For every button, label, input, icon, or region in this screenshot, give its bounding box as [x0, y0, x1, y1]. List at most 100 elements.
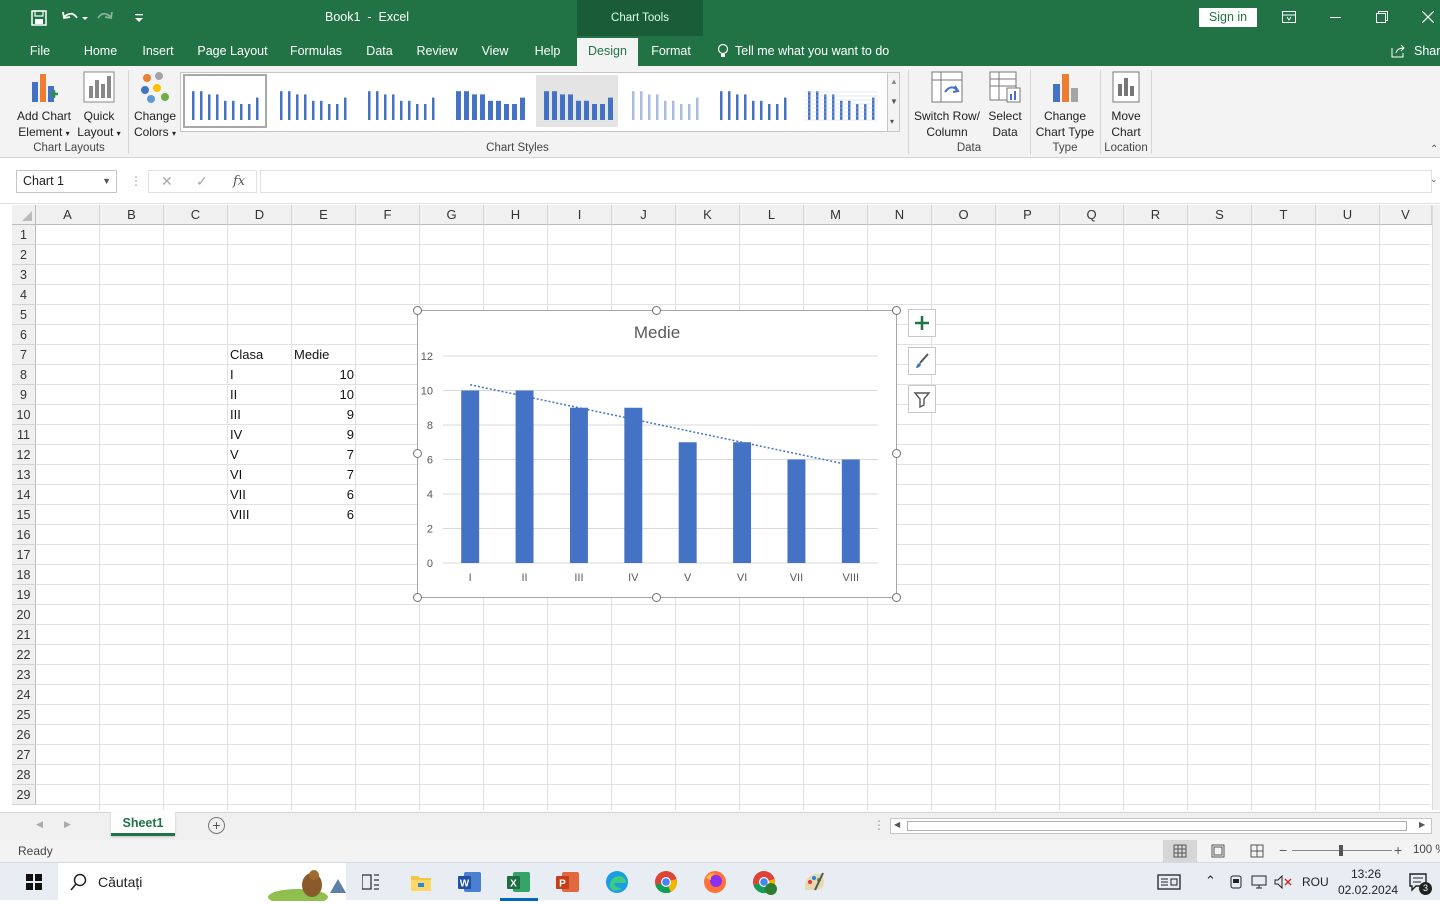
change-chart-type-button[interactable]: Change Chart Type — [1034, 70, 1096, 140]
zoom-slider-thumb[interactable] — [1339, 845, 1343, 856]
quick-layout-button[interactable]: Quick Layout ▾ — [74, 70, 124, 142]
task-view-icon[interactable] — [361, 874, 380, 893]
chart-bar[interactable] — [515, 390, 534, 564]
new-sheet-icon[interactable]: + — [208, 817, 225, 834]
change-colors-button[interactable]: Change Colors ▾ — [130, 70, 180, 142]
tab-file[interactable]: File — [24, 36, 56, 66]
chart-bar[interactable] — [787, 459, 806, 564]
tab-format[interactable]: Format — [645, 36, 697, 66]
minimize-icon[interactable] — [1330, 17, 1341, 18]
volume-muted-icon[interactable] — [1274, 874, 1292, 892]
scroll-sheets-right-icon[interactable]: ▶ — [64, 819, 71, 830]
resize-handle-tl[interactable] — [413, 306, 422, 315]
page-layout-view-icon[interactable] — [1211, 844, 1225, 861]
name-box[interactable]: Chart 1 ▼ — [16, 170, 117, 193]
horizontal-scrollbar[interactable]: ◀ ▶ — [890, 818, 1432, 834]
gallery-up-icon[interactable]: ▲ — [890, 77, 898, 86]
formula-input[interactable] — [260, 170, 1432, 193]
chart-bar[interactable] — [461, 390, 480, 564]
onedrive-icon[interactable] — [1229, 875, 1243, 892]
powerpoint-icon[interactable]: P — [556, 871, 580, 896]
header-cell-clasa[interactable]: Clasa — [228, 345, 292, 365]
tab-home[interactable]: Home — [78, 36, 123, 66]
move-chart-button[interactable]: Move Chart — [1104, 70, 1148, 140]
tab-insert[interactable]: Insert — [138, 36, 178, 66]
table-cell-clasa[interactable]: II — [228, 385, 292, 405]
table-cell-medie[interactable]: 10 — [292, 365, 356, 385]
chart-style-option[interactable] — [183, 74, 267, 128]
resize-handle-bm[interactable] — [652, 593, 661, 602]
zoom-out-icon[interactable]: − — [1279, 842, 1287, 858]
table-cell-medie[interactable]: 10 — [292, 385, 356, 405]
switch-row-column-button[interactable]: Switch Row/ Column — [912, 70, 982, 140]
header-cell-medie[interactable]: Medie — [292, 345, 356, 365]
tab-data[interactable]: Data — [363, 36, 396, 66]
table-cell-clasa[interactable]: VIII — [228, 505, 292, 525]
windows-start-icon[interactable] — [26, 874, 42, 893]
resize-handle-tm[interactable] — [652, 306, 661, 315]
table-cell-clasa[interactable]: V — [228, 445, 292, 465]
insert-function-button[interactable]: fx — [233, 174, 245, 189]
chart-style-option[interactable] — [360, 75, 442, 127]
show-hidden-icons[interactable]: ⌃ — [1205, 873, 1216, 889]
zoom-in-icon[interactable]: + — [1394, 842, 1402, 858]
tab-review[interactable]: Review — [413, 36, 461, 66]
close-icon[interactable] — [1421, 10, 1435, 26]
language-indicator[interactable]: ROU — [1302, 875, 1329, 889]
chart-style-option[interactable] — [536, 75, 618, 127]
table-cell-clasa[interactable]: IV — [228, 425, 292, 445]
tab-formulas[interactable]: Formulas — [287, 36, 345, 66]
excel-icon[interactable]: X — [507, 871, 531, 896]
chart-style-option[interactable] — [624, 75, 706, 127]
table-cell-medie[interactable]: 6 — [292, 485, 356, 505]
name-box-dropdown-icon[interactable]: ▼ — [102, 171, 111, 192]
ribbon-display-options-icon[interactable] — [1282, 11, 1296, 26]
chart-title[interactable]: Medie — [634, 323, 680, 342]
scroll-thumb[interactable] — [907, 821, 1407, 831]
table-cell-clasa[interactable]: III — [228, 405, 292, 425]
page-break-view-icon[interactable] — [1250, 844, 1264, 861]
edge-icon[interactable] — [605, 870, 629, 897]
scroll-right-icon[interactable]: ▶ — [1419, 820, 1425, 829]
sign-in-button[interactable]: Sign in — [1199, 8, 1257, 27]
tab-design[interactable]: Design — [577, 38, 638, 66]
expand-formula-icon[interactable]: ⌄ — [1430, 174, 1438, 185]
vertical-scrollbar[interactable] — [1432, 205, 1440, 810]
resize-handle-br[interactable] — [892, 593, 901, 602]
table-cell-medie[interactable]: 7 — [292, 465, 356, 485]
table-cell-medie[interactable]: 6 — [292, 505, 356, 525]
word-icon[interactable]: W — [458, 871, 482, 896]
resize-handle-mr[interactable] — [892, 449, 901, 458]
save-icon[interactable] — [30, 9, 48, 27]
customize-qat-icon[interactable] — [134, 12, 144, 24]
chart-bar[interactable] — [624, 407, 643, 563]
resize-handle-ml[interactable] — [413, 449, 422, 458]
share-icon[interactable] — [1391, 44, 1407, 61]
network-icon[interactable] — [1251, 875, 1267, 892]
resize-handle-bl[interactable] — [413, 593, 422, 602]
news-widget-icon[interactable] — [1157, 874, 1181, 893]
table-cell-clasa[interactable]: VI — [228, 465, 292, 485]
chart-bar[interactable] — [733, 442, 752, 563]
table-cell-clasa[interactable]: VII — [228, 485, 292, 505]
scroll-left-icon[interactable]: ◀ — [894, 820, 900, 829]
scroll-sheets-left-icon[interactable]: ◀ — [36, 819, 43, 830]
chart-bar[interactable] — [678, 442, 697, 563]
chrome-profile-icon[interactable] — [752, 870, 778, 899]
gallery-down-icon[interactable]: ▼ — [890, 97, 898, 106]
chart-style-option[interactable] — [448, 75, 530, 127]
taskbar-search-box[interactable]: Căutați — [58, 863, 346, 904]
chart-elements-button[interactable] — [908, 309, 936, 337]
chart-style-option[interactable] — [712, 75, 794, 127]
chart-style-option[interactable] — [272, 75, 354, 127]
paint-icon[interactable] — [802, 870, 826, 897]
file-explorer-icon[interactable] — [410, 872, 432, 895]
select-data-button[interactable]: Select Data — [984, 70, 1026, 140]
zoom-level[interactable]: 100 % — [1413, 844, 1440, 856]
table-cell-medie[interactable]: 7 — [292, 445, 356, 465]
tab-help[interactable]: Help — [530, 36, 565, 66]
undo-icon[interactable] — [60, 8, 88, 28]
tab-view[interactable]: View — [478, 36, 512, 66]
sheet-tab-sheet1[interactable]: Sheet1 — [111, 812, 175, 836]
chart-filters-button[interactable] — [908, 385, 936, 413]
